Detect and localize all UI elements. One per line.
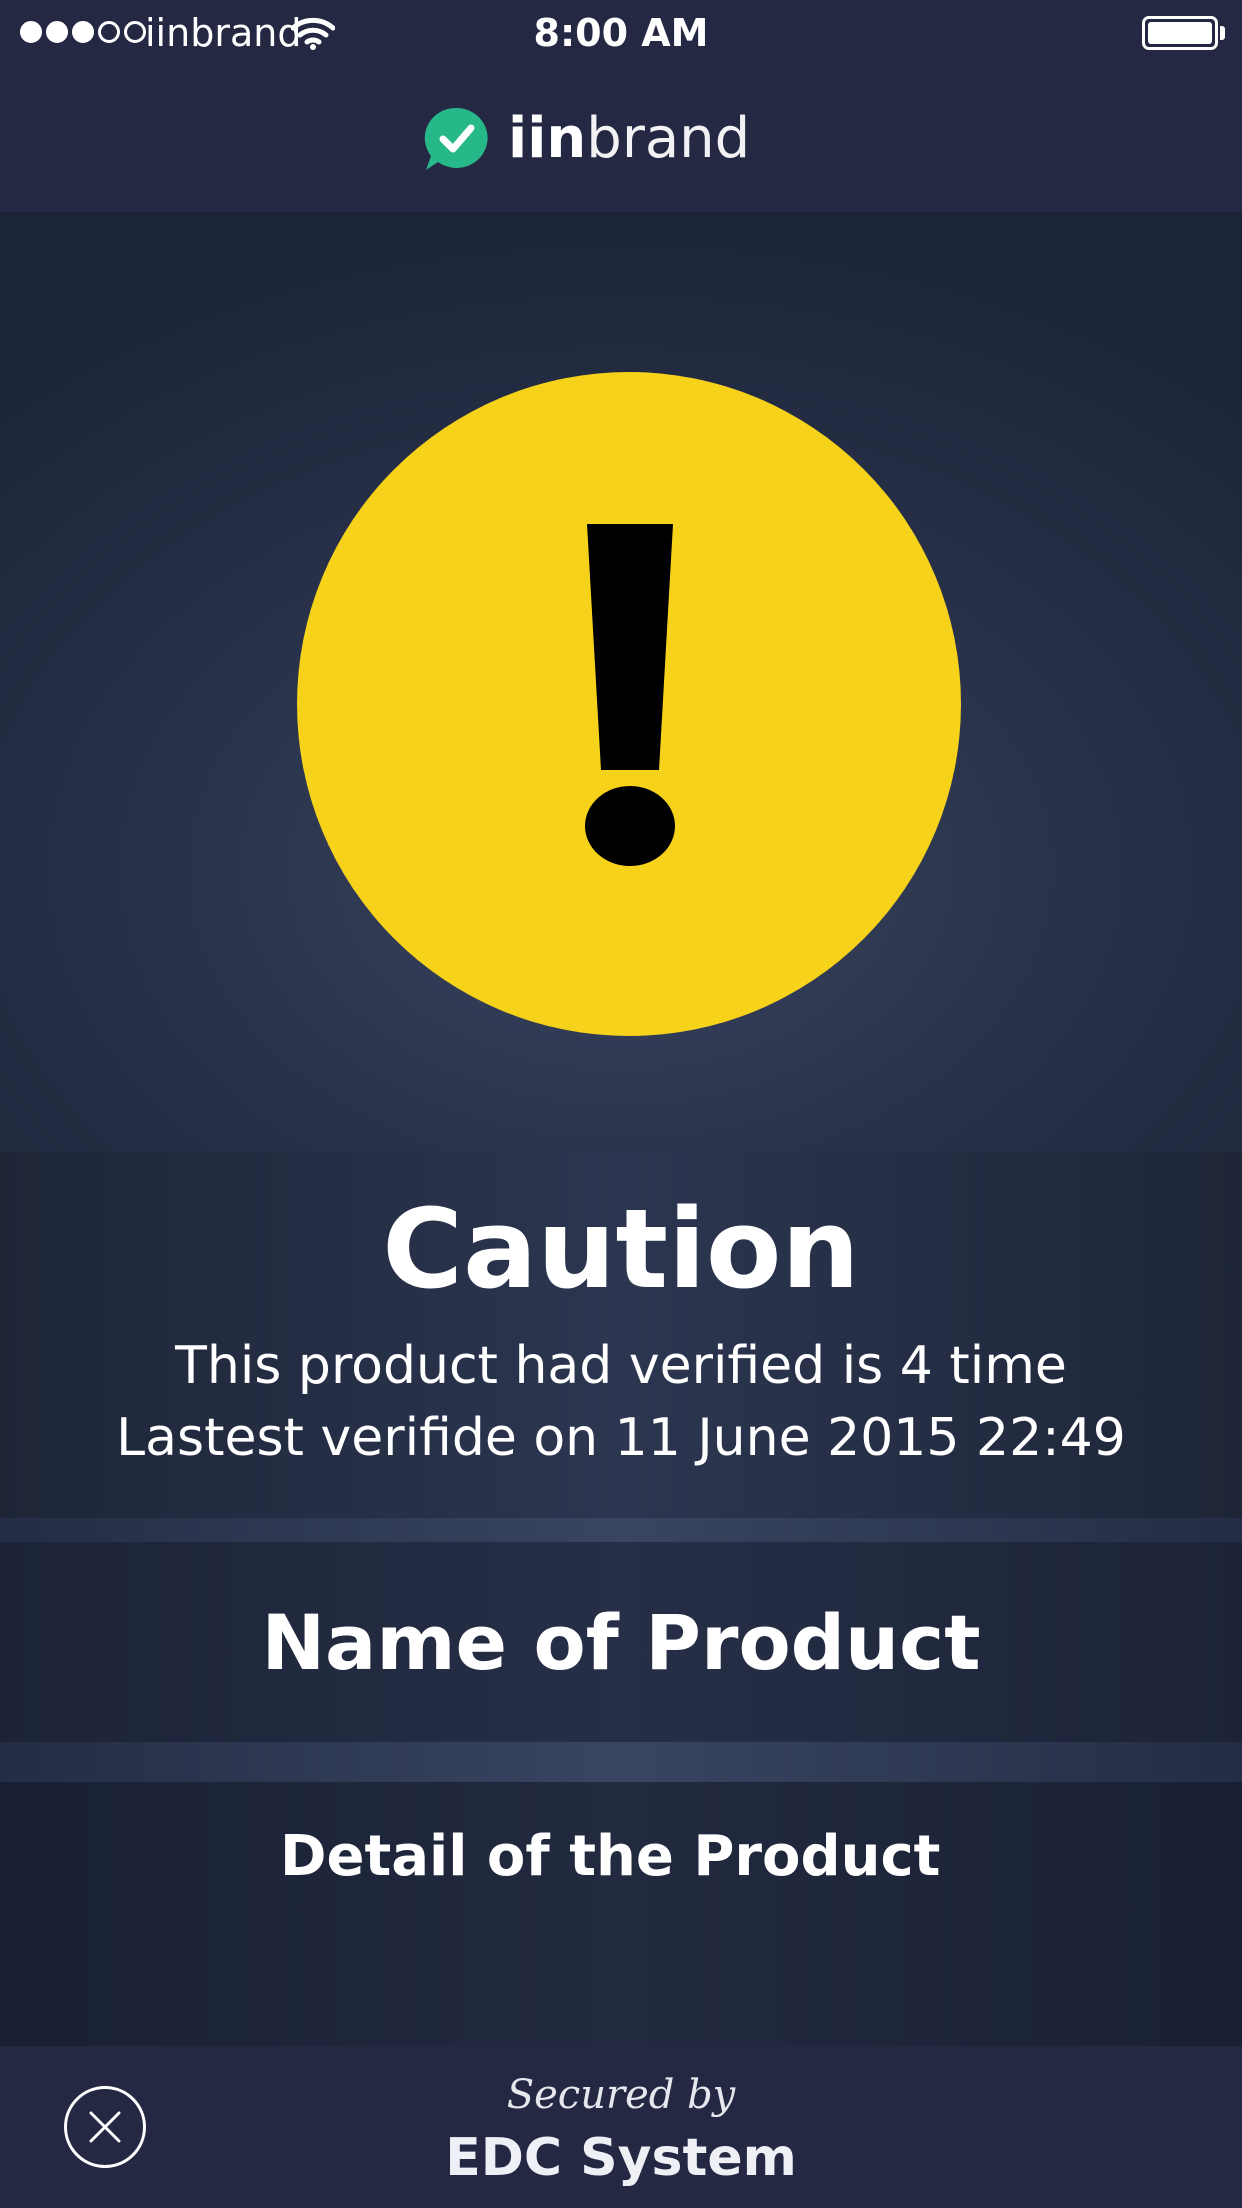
section-divider: [0, 1742, 1242, 1782]
brand-suffix: brand: [586, 106, 751, 171]
app-screen: iinbrand 8:00 AM iinbrand Caution This p…: [0, 0, 1242, 2208]
status-bar: iinbrand 8:00 AM: [0, 0, 1242, 66]
status-time: 8:00 AM: [533, 11, 709, 55]
product-name: Name of Product: [261, 1598, 981, 1687]
section-divider: [0, 1518, 1242, 1542]
brand-logo-text: iinbrand: [508, 106, 750, 172]
result-hero: [0, 212, 1242, 1152]
result-title: Caution: [382, 1185, 860, 1313]
check-speech-bubble-icon: [424, 107, 488, 170]
verification-count-text: This product had verified is 4 time: [175, 1336, 1067, 1396]
secured-by-label: Secured by: [506, 2072, 736, 2118]
battery-icon: [1142, 16, 1218, 50]
product-detail-panel: Detail of the Product: [0, 1782, 1242, 2046]
battery-level: [1148, 22, 1212, 44]
system-name: EDC System: [445, 2128, 797, 2188]
battery-tip: [1220, 26, 1225, 40]
product-detail: Detail of the Product: [280, 1824, 941, 1889]
brand-prefix: iin: [508, 106, 587, 171]
product-name-panel: Name of Product: [0, 1542, 1242, 1742]
caution-panel: Caution This product had verified is 4 t…: [0, 1152, 1242, 1518]
last-verified-text: Lastest verifide on 11 June 2015 22:49: [116, 1408, 1126, 1468]
nav-bar: iinbrand: [0, 66, 1242, 212]
exclamation-warning-icon: [297, 372, 961, 1036]
footer: Secured by EDC System: [0, 2046, 1242, 2208]
